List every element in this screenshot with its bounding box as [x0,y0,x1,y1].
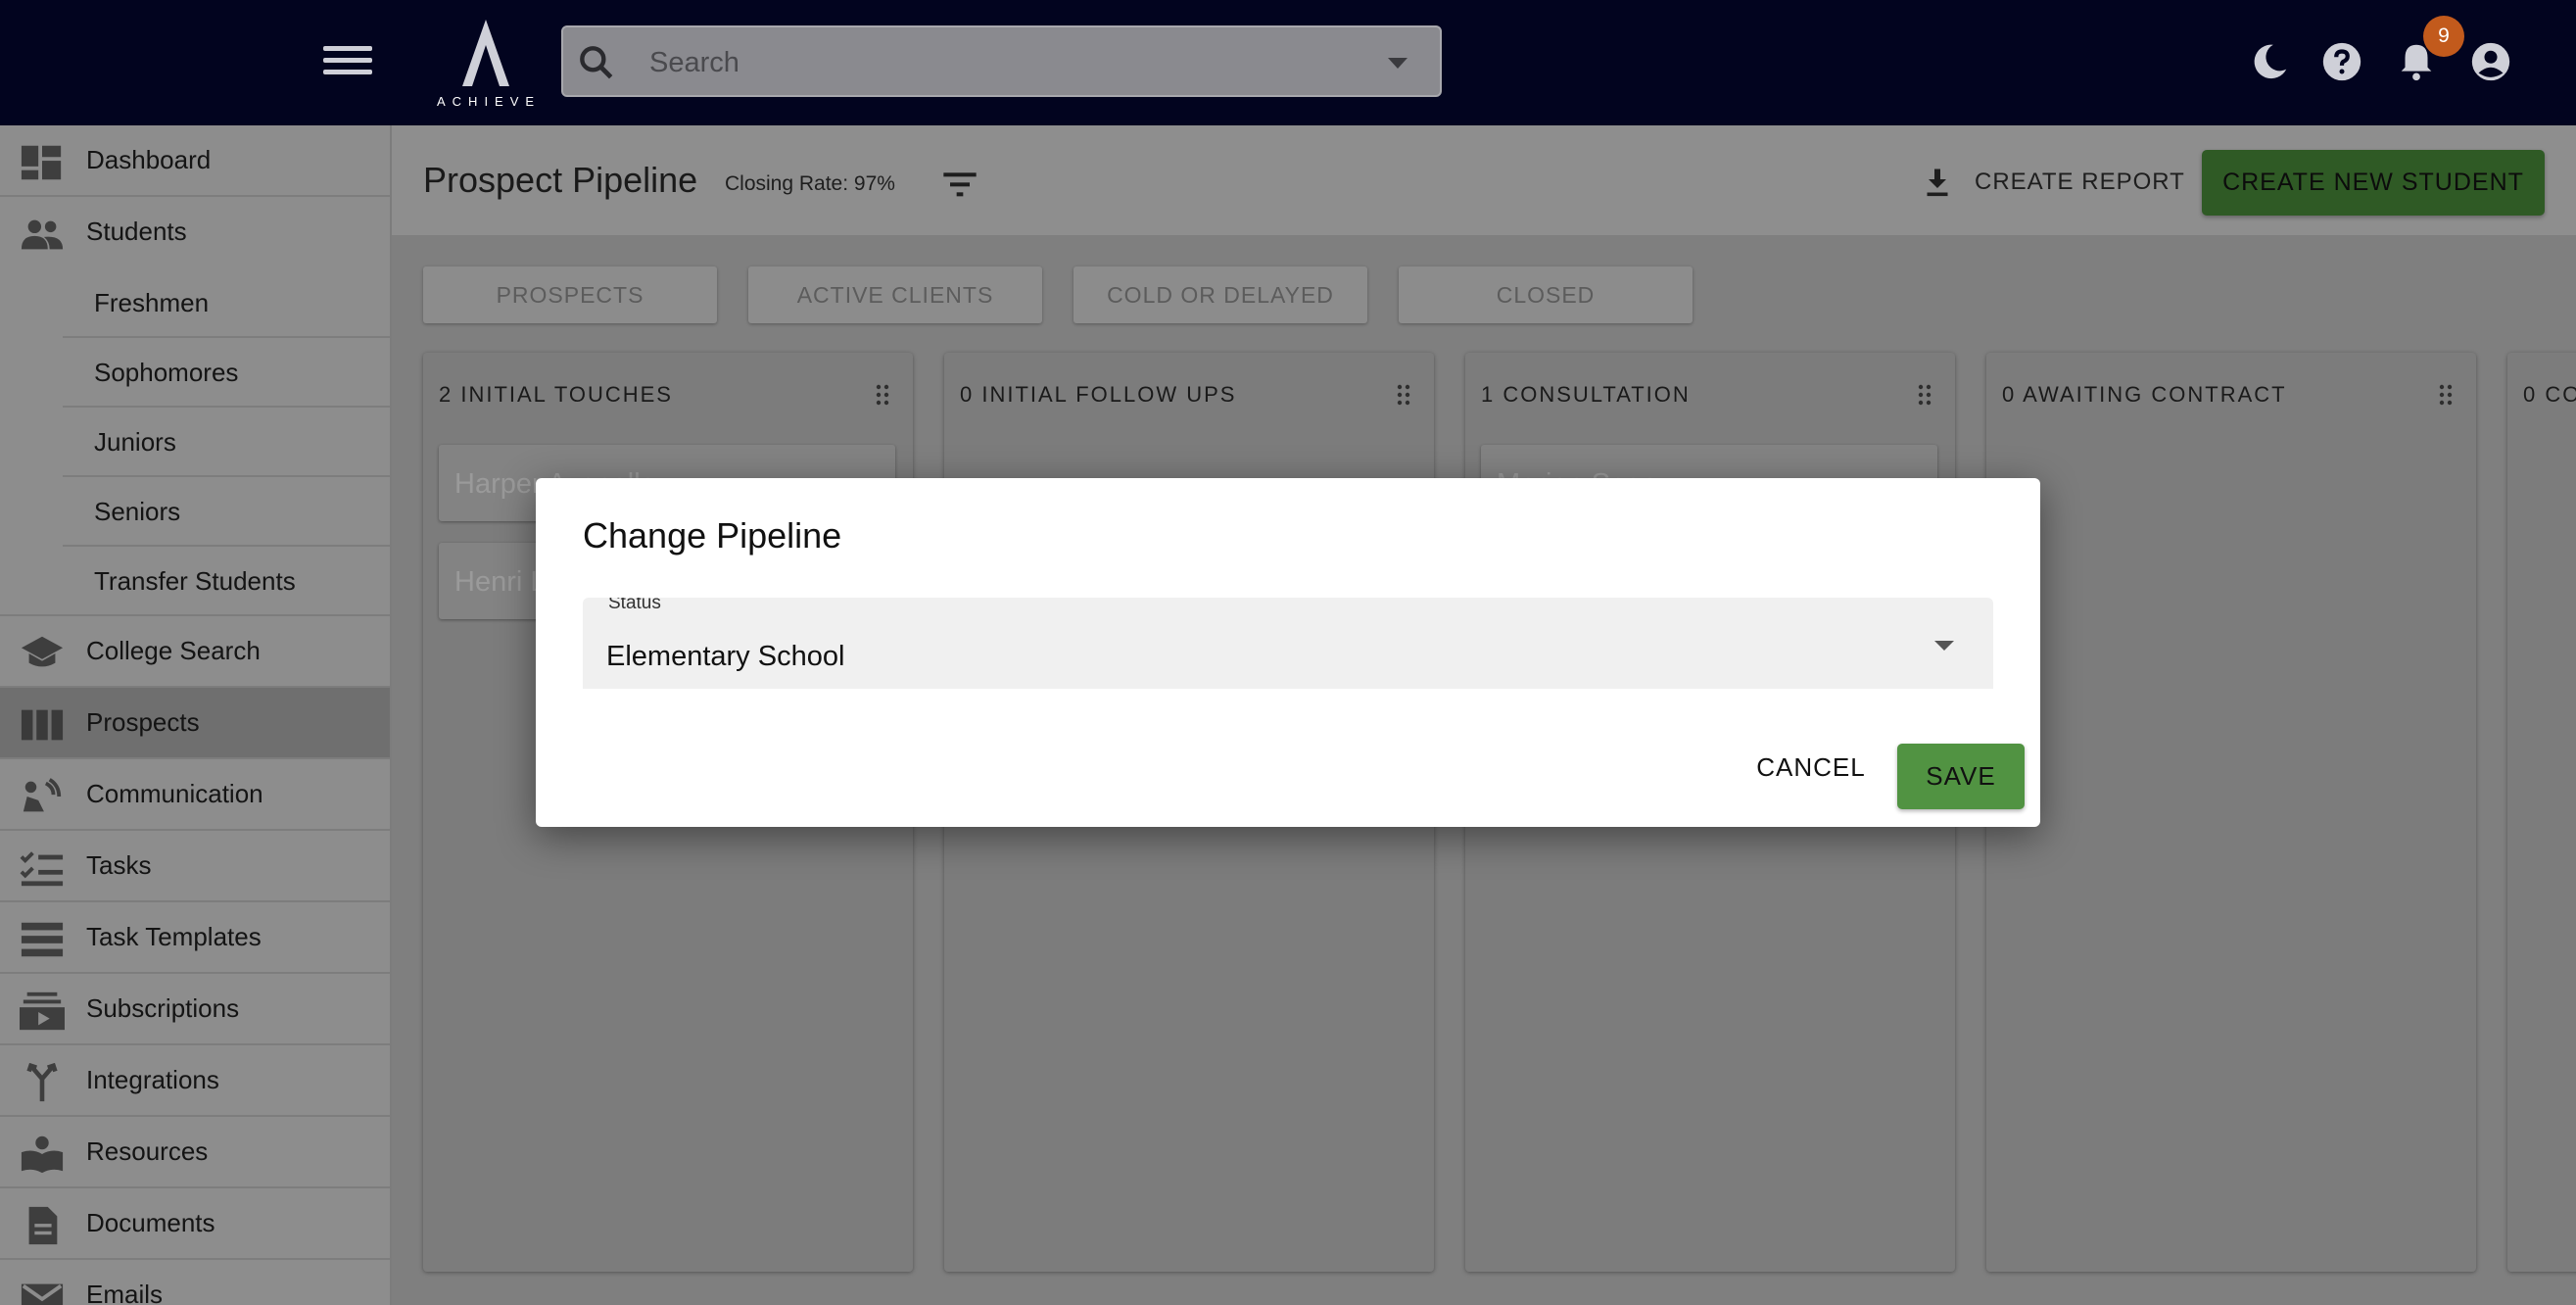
dashboard-icon [21,145,62,180]
search-input[interactable] [647,41,1298,84]
drag-handle-icon[interactable] [1397,384,1410,406]
closing-rate: Closing Rate: 97% [725,172,895,195]
task-templates-icon [21,922,64,957]
email-icon [21,1283,64,1305]
account-icon[interactable] [2468,39,2513,84]
sidebar-subitem-seniors[interactable]: Seniors [63,477,390,547]
pipeline-column-awaiting-contract: 0 AWAITING CONTRACT [1986,353,2476,1272]
communication-icon [23,778,62,812]
theme-moon-icon[interactable] [2247,39,2292,84]
download-icon [1927,169,1948,197]
drag-handle-icon[interactable] [1918,384,1932,406]
documents-icon [28,1206,58,1245]
college-icon [21,636,64,667]
notification-badge: 9 [2423,16,2464,57]
pipeline-column-contract-signed: 0 CONTRACT SIGNED [2507,353,2576,1272]
sidebar-item-label: Students [86,217,187,246]
column-title: 0 CONTRACT SIGNED [2523,382,2576,407]
sidebar-subitem-label: Seniors [94,497,181,526]
sidebar-item-label: Tasks [86,850,152,880]
top-app-bar: ACHIEVE 9 [0,0,2576,125]
sidebar-item-task-templates[interactable]: Task Templates [0,902,390,974]
drag-handle-icon[interactable] [2439,384,2453,406]
status-select[interactable]: Status Elementary School [583,598,1993,689]
sidebar-item-label: Documents [86,1208,215,1237]
drag-handle-icon[interactable] [876,384,889,406]
tab-closed[interactable]: CLOSED [1399,266,1693,323]
sidebar-item-resources[interactable]: Resources [0,1117,390,1188]
column-title: 2 INITIAL TOUCHES [439,382,673,407]
sidebar-subitem-label: Sophomores [94,358,239,387]
sidebar-subitem-sophomores[interactable]: Sophomores [63,338,390,408]
status-label: Status [608,598,661,613]
help-icon[interactable] [2319,39,2364,84]
sidebar-item-label: Integrations [86,1065,219,1094]
sidebar-item-label: Dashboard [86,145,212,174]
sidebar-subitem-transfer-students[interactable]: Transfer Students [0,547,390,616]
sidebar-subitem-label: Freshmen [94,288,210,317]
sidebar-item-label: Emails [86,1280,164,1305]
sidebar-item-emails[interactable]: Emails [0,1260,390,1305]
save-button[interactable]: SAVE [1897,744,2025,809]
tab-cold-or-delayed[interactable]: COLD OR DELAYED [1073,266,1367,323]
page-title: Prospect Pipeline [423,160,698,200]
sidebar: Dashboard Students Freshmen Sophomores J… [0,125,392,1305]
tab-active-clients[interactable]: ACTIVE CLIENTS [748,266,1042,323]
tasks-icon [20,851,64,887]
sidebar-item-label: Prospects [86,707,200,737]
change-pipeline-dialog: Change Pipeline Status Elementary School… [536,478,2040,827]
sidebar-item-subscriptions[interactable]: Subscriptions [0,974,390,1045]
sidebar-item-label: Resources [86,1136,209,1166]
sidebar-item-label: Task Templates [86,922,262,951]
page-header: Prospect Pipeline Closing Rate: 97% CREA… [392,125,2576,235]
tab-prospects[interactable]: PROSPECTS [423,266,717,323]
sidebar-item-integrations[interactable]: Integrations [0,1045,390,1117]
resources-icon [21,1136,64,1174]
chevron-down-icon[interactable] [1934,641,1954,651]
sidebar-item-students[interactable]: Students [0,197,390,268]
dialog-title: Change Pipeline [583,515,842,556]
sidebar-subitem-label: Juniors [94,427,176,457]
sidebar-item-tasks[interactable]: Tasks [0,831,390,902]
logo-text: ACHIEVE [437,94,542,109]
achieve-logo[interactable]: ACHIEVE [437,16,535,110]
sidebar-item-label: Communication [86,779,263,808]
sidebar-item-prospects[interactable]: Prospects [0,688,390,759]
menu-icon[interactable] [323,39,372,86]
sidebar-item-label: Subscriptions [86,993,240,1023]
column-title: 1 CONSULTATION [1481,382,1691,407]
create-report-label: CREATE REPORT [1975,169,2185,195]
sidebar-item-college-search[interactable]: College Search [0,616,390,688]
sidebar-subitem-freshmen[interactable]: Freshmen [63,268,390,338]
integrations-icon [26,1063,58,1102]
column-title: 0 AWAITING CONTRACT [2002,382,2287,407]
search-box[interactable] [561,25,1442,97]
sidebar-subitem-juniors[interactable]: Juniors [63,408,390,477]
status-value: Elementary School [606,641,845,672]
search-icon [580,46,613,79]
cancel-button[interactable]: CANCEL [1748,743,1874,792]
students-icon [21,219,64,250]
subscriptions-icon [20,991,65,1031]
sidebar-item-label: College Search [86,636,261,665]
filter-icon[interactable] [940,165,979,204]
prospects-icon [21,709,64,741]
column-title: 0 INITIAL FOLLOW UPS [960,382,1237,407]
sidebar-item-communication[interactable]: Communication [0,759,390,831]
sidebar-item-documents[interactable]: Documents [0,1188,390,1260]
create-new-student-button[interactable]: CREATE NEW STUDENT [2202,150,2545,216]
search-dropdown-icon[interactable] [1388,58,1407,69]
sidebar-item-dashboard[interactable]: Dashboard [0,125,390,197]
sidebar-subitem-label: Transfer Students [94,566,296,596]
